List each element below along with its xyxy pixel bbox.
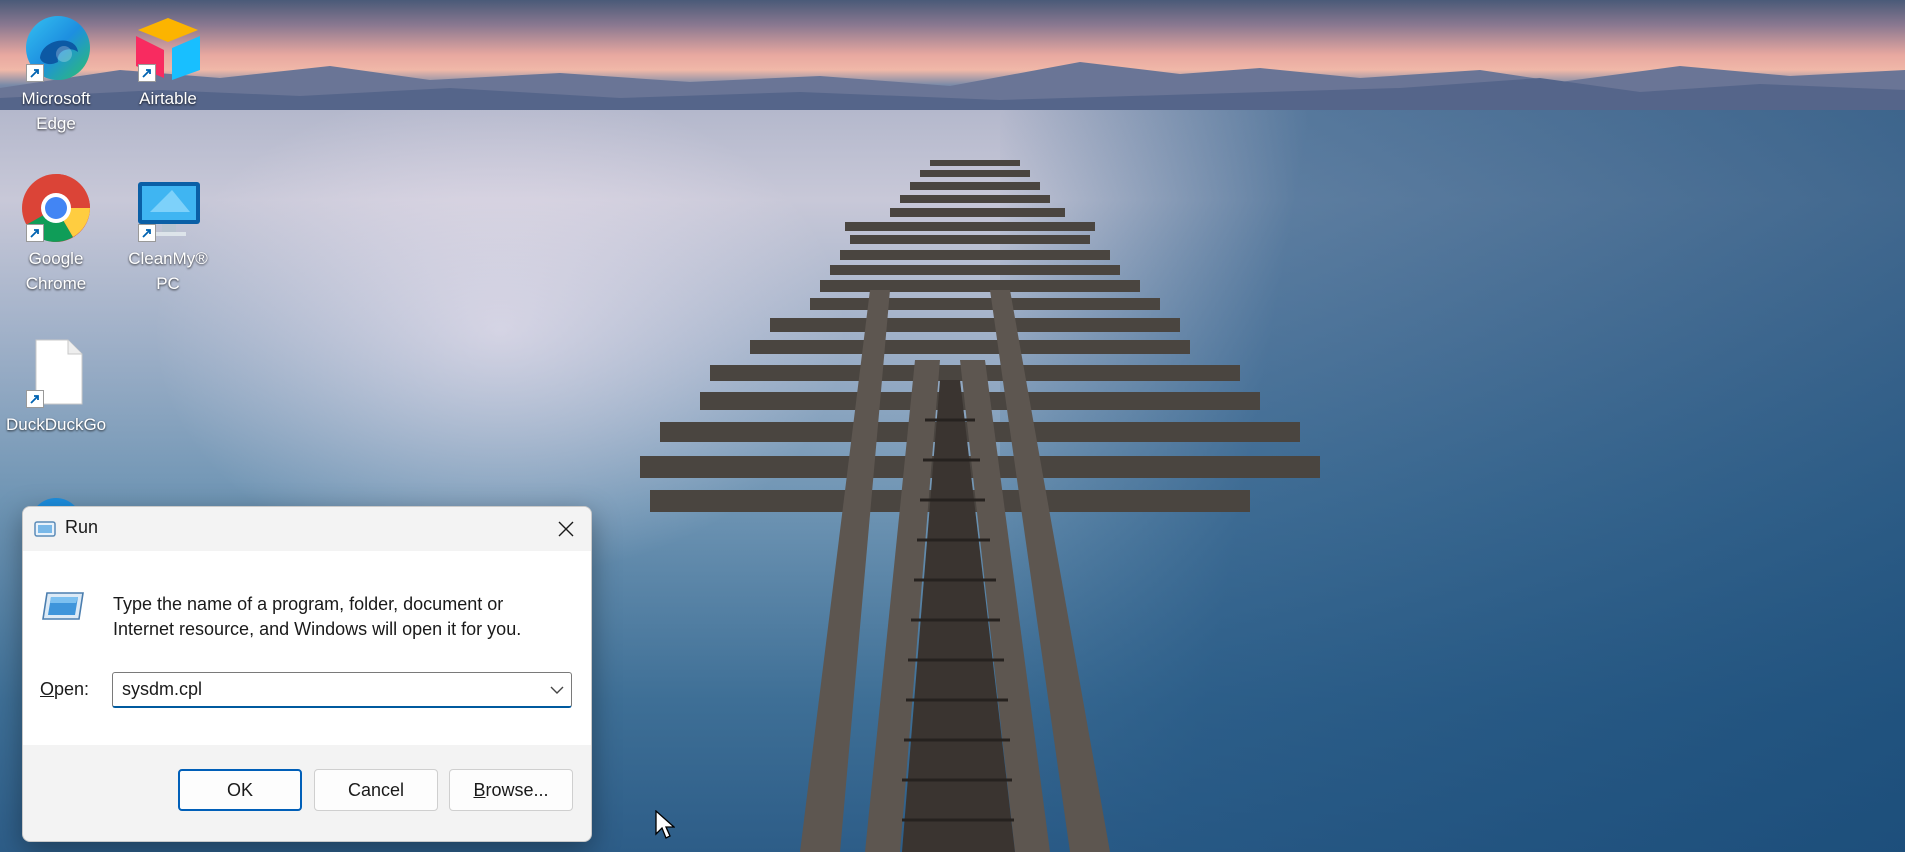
desktop-icon-cleanmypc[interactable]: CleanMy® PC — [118, 172, 218, 296]
desktop-icon-label: Google Chrome — [25, 249, 87, 293]
desktop-icon-label: Airtable — [139, 89, 197, 108]
title-bar[interactable]: Run — [23, 507, 591, 551]
shortcut-arrow-icon — [26, 224, 44, 242]
open-combobox[interactable] — [112, 672, 572, 708]
dialog-description: Type the name of a program, folder, docu… — [113, 594, 522, 639]
desktop-icon-airtable[interactable]: Airtable — [118, 12, 218, 111]
run-icon — [34, 521, 56, 537]
mountain-range — [0, 62, 1905, 110]
desktop-icon-label: DuckDuckGo — [6, 415, 107, 434]
shortcut-arrow-icon — [26, 390, 44, 408]
ok-button[interactable]: OK — [178, 769, 302, 811]
open-label-text: pen: — [54, 679, 90, 699]
open-input[interactable] — [113, 673, 542, 705]
close-button[interactable] — [541, 507, 591, 551]
run-program-icon — [42, 592, 84, 620]
wooden-pier — [640, 160, 1320, 852]
shortcut-arrow-icon — [138, 224, 156, 242]
chevron-down-icon[interactable] — [549, 683, 565, 697]
desktop-icon-duckduckgo[interactable]: DuckDuckGo — [6, 338, 106, 437]
open-label-accelerator: O — [40, 679, 55, 699]
shortcut-arrow-icon — [26, 64, 44, 82]
dialog-title: Run — [65, 517, 99, 537]
shortcut-arrow-icon — [138, 64, 156, 82]
open-label: Open: — [40, 679, 89, 700]
desktop-icon-label: CleanMy® PC — [128, 249, 208, 293]
mouse-pointer-icon — [655, 810, 675, 839]
dialog-content: Type the name of a program, folder, docu… — [23, 551, 591, 745]
cancel-button[interactable]: Cancel — [314, 769, 438, 811]
desktop-icon-label: Microsoft Edge — [21, 89, 91, 133]
browse-label: rowse... — [485, 779, 549, 800]
close-icon — [558, 521, 574, 537]
browse-button[interactable]: Browse... — [449, 769, 573, 811]
desktop-icon-chrome[interactable]: Google Chrome — [6, 172, 106, 296]
browse-accelerator: B — [473, 779, 486, 800]
desktop-icon-edge[interactable]: Microsoft Edge — [6, 12, 106, 136]
run-dialog: Run Type the name of a program, folder, … — [22, 506, 592, 842]
